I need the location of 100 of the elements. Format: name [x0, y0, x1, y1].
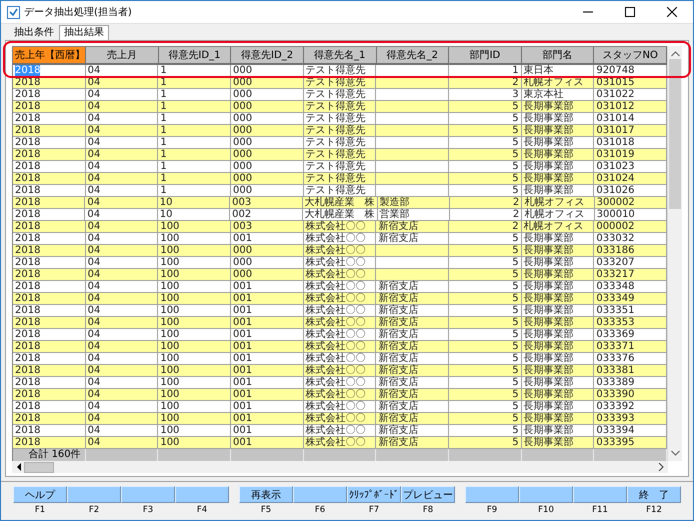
table-cell: 003: [230, 221, 304, 233]
scroll-down-icon[interactable]: [670, 450, 680, 456]
table-cell: 000002: [594, 221, 667, 233]
function-key-button[interactable]: プレビュー: [401, 486, 455, 503]
function-key-button[interactable]: ヘルプ: [13, 486, 67, 503]
table-cell: 033186: [594, 245, 667, 257]
table-cell: 2018: [13, 269, 86, 281]
table-cell: 株式会社〇〇: [304, 221, 376, 233]
scroll-left-icon[interactable]: [16, 463, 22, 471]
table-cell: 5: [448, 269, 522, 281]
function-key-button[interactable]: [573, 486, 627, 503]
table-cell: 04: [85, 197, 158, 209]
table-cell: 株式会社〇〇: [304, 341, 376, 353]
table-cell: 2018: [13, 245, 86, 257]
table-cell: 100: [158, 341, 231, 353]
table-cell: 東日本: [522, 65, 594, 77]
table-cell: 04: [86, 173, 158, 185]
table-cell: 2018: [13, 221, 86, 233]
table-cell: 000: [230, 125, 304, 137]
table-cell: 新宿支店: [376, 413, 449, 425]
table-cell: 300002: [594, 197, 667, 209]
table-cell: 001: [230, 341, 304, 353]
table-cell: 100: [158, 389, 231, 401]
table-cell: 100: [158, 245, 231, 257]
table-cell: 000: [230, 77, 304, 89]
table-cell: 札幌オフィス: [522, 197, 595, 209]
column-header[interactable]: スタッフNO: [594, 47, 667, 65]
table-cell: 1: [158, 101, 231, 113]
function-key-button[interactable]: [175, 486, 229, 503]
scroll-up-icon[interactable]: [670, 51, 680, 57]
table-cell: 長期事業部: [522, 101, 594, 113]
table-cell: 長期事業部: [522, 293, 594, 305]
table-cell: 100: [158, 269, 231, 281]
table-cell: 001: [230, 437, 304, 449]
column-header[interactable]: 得意先名_1: [304, 47, 376, 65]
table-cell: 長期事業部: [522, 389, 594, 401]
column-header[interactable]: 得意先ID_1: [158, 47, 232, 65]
table-cell: 031012: [594, 101, 667, 113]
maximize-icon[interactable]: [625, 7, 635, 17]
table-cell: 001: [230, 413, 304, 425]
table-cell: 04: [86, 101, 158, 113]
function-key-button[interactable]: 終 了: [627, 486, 681, 503]
table-cell: 2018: [13, 293, 86, 305]
function-key-button[interactable]: ｸﾘｯﾌﾟﾎﾞｰﾄﾞ: [347, 486, 401, 503]
close-icon[interactable]: [667, 7, 677, 17]
table-cell: 株式会社〇〇: [304, 269, 376, 281]
table-cell: 000: [230, 65, 304, 77]
table-cell: 04: [86, 437, 158, 449]
function-key-button[interactable]: [121, 486, 175, 503]
function-key-button[interactable]: [465, 486, 519, 503]
column-header[interactable]: 部門ID: [449, 47, 522, 65]
table-cell: 1: [158, 173, 231, 185]
key-label: F2: [88, 505, 100, 515]
table-cell: 033349: [594, 293, 667, 305]
table-cell: 033217: [594, 269, 667, 281]
table-cell: 5: [448, 293, 522, 305]
tab[interactable]: 抽出結果: [59, 25, 109, 40]
table-cell: 04: [86, 65, 158, 77]
table-cell: 2018: [13, 173, 86, 185]
table-cell: 長期事業部: [522, 365, 594, 377]
table-cell: 04: [86, 413, 158, 425]
horizontal-scrollbar[interactable]: [12, 461, 668, 473]
table-cell: 1: [158, 149, 231, 161]
scrollbar-thumb[interactable]: [669, 59, 681, 209]
table-cell: 04: [86, 221, 158, 233]
vertical-scrollbar[interactable]: [667, 46, 682, 461]
key-label: F9: [486, 505, 498, 515]
table-cell: 2018: [13, 149, 86, 161]
table-cell: 2018: [13, 77, 86, 89]
table-cell: 長期事業部: [522, 269, 594, 281]
key-label: F4: [196, 505, 208, 515]
table-cell: 長期事業部: [522, 125, 594, 137]
function-key-button[interactable]: 再表示: [239, 486, 293, 503]
column-header[interactable]: 売上月: [86, 47, 159, 65]
table-cell: 2018: [13, 437, 86, 449]
function-key-button[interactable]: [293, 486, 347, 503]
function-key-button[interactable]: [519, 486, 573, 503]
column-header[interactable]: 得意先ID_2: [231, 47, 304, 65]
table-cell: 2: [448, 221, 522, 233]
column-header[interactable]: 売上年【西暦】: [13, 47, 86, 65]
table-cell: 031017: [594, 125, 667, 137]
table-cell: 長期事業部: [522, 245, 594, 257]
function-key-button[interactable]: [67, 486, 121, 503]
table-cell: 000: [230, 245, 304, 257]
table-cell: 04: [86, 317, 158, 329]
table-cell: 2018: [13, 341, 86, 353]
table-cell: 100: [158, 317, 231, 329]
table-cell: 100: [158, 437, 231, 449]
scrollbar-thumb[interactable]: [24, 462, 54, 472]
scroll-right-icon[interactable]: [658, 463, 664, 471]
table-cell: 031015: [594, 77, 667, 89]
column-header[interactable]: 得意先名_2: [376, 47, 450, 65]
table-cell: 新宿支店: [376, 437, 449, 449]
table-cell: 04: [86, 269, 158, 281]
table-cell: 株式会社〇〇: [304, 413, 376, 425]
column-header[interactable]: 部門名: [522, 47, 594, 65]
table-cell: 5: [448, 413, 522, 425]
table-cell: 新宿支店: [376, 317, 449, 329]
table-cell: 100: [158, 365, 231, 377]
table-cell: 2018: [13, 101, 86, 113]
